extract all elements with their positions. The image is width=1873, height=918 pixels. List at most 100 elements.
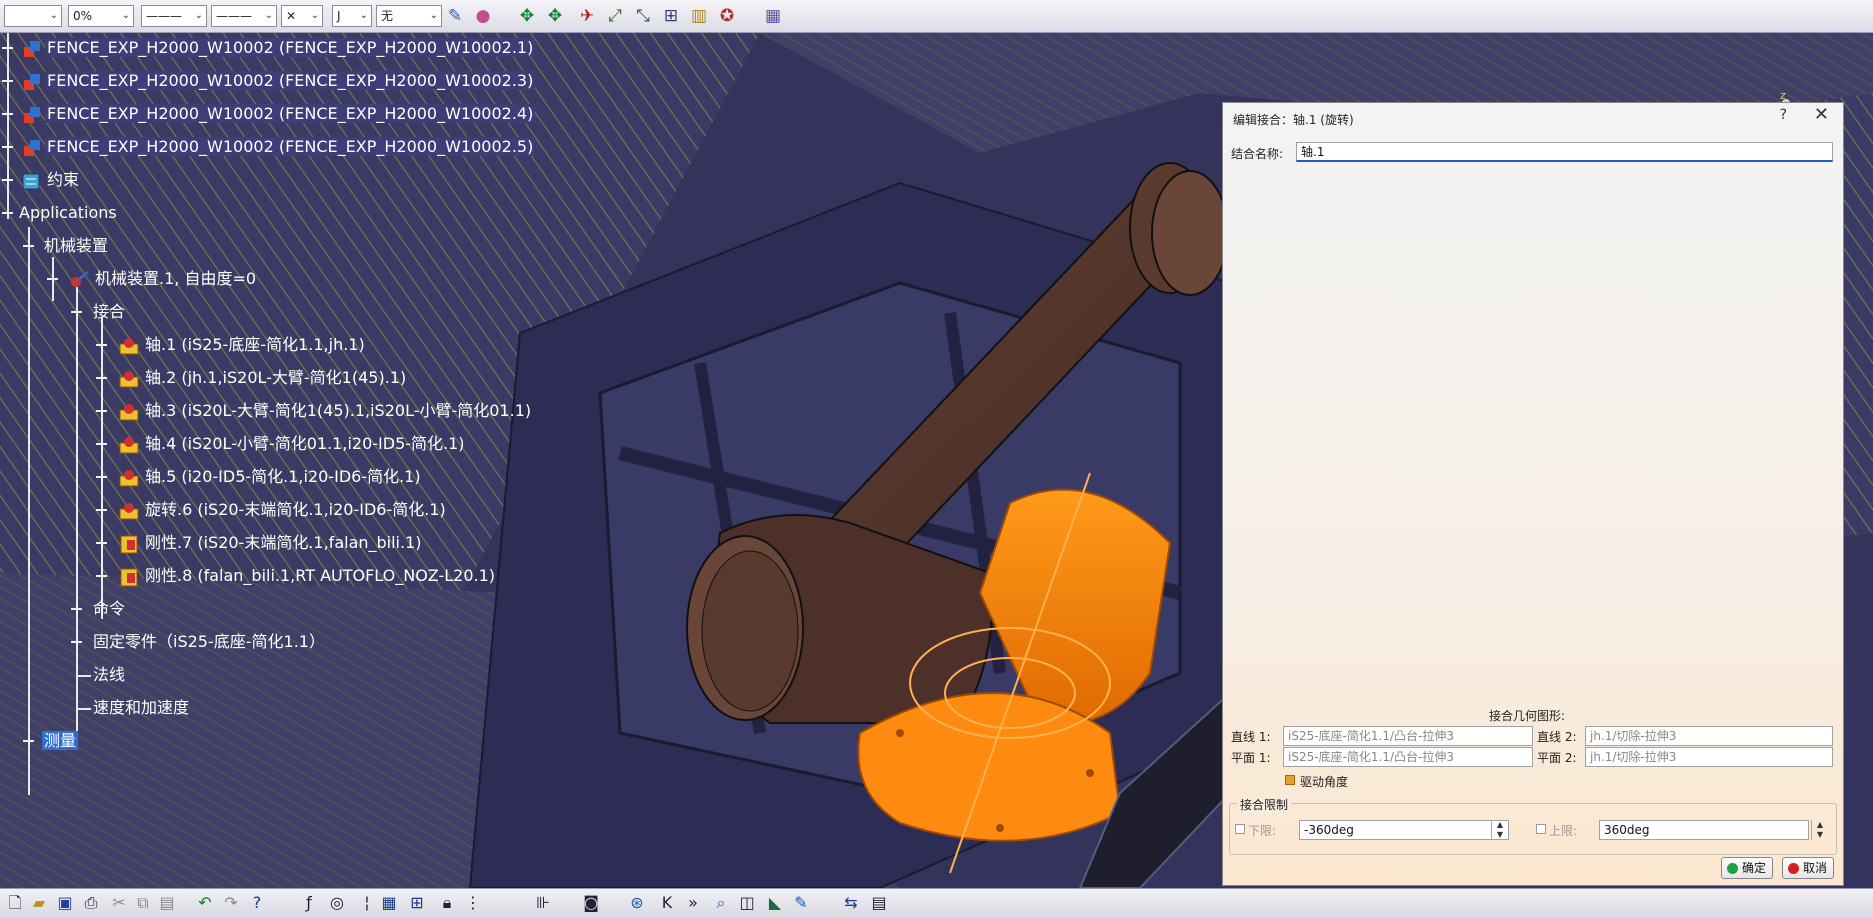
expand-icon[interactable] [2,141,13,152]
line1-field[interactable]: iS25-底座-简化1.1/凸台-拉伸3 [1283,726,1533,746]
upper-limit-spinner[interactable]: ▲ ▼ [1811,820,1828,840]
expand-icon[interactable] [96,504,107,515]
undo-icon[interactable]: ↶ [194,892,216,914]
thickness-combo[interactable]: ——— ⌄ [211,5,277,27]
tree-item-fence-5[interactable]: FENCE_EXP_H2000_W10002 (FENCE_EXP_H2000_… [0,135,536,159]
paintbrush-icon[interactable]: ✎ [444,5,466,27]
sensor-icon[interactable]: ◫ [736,892,758,914]
constraint-icon[interactable]: ▥ [688,5,710,27]
tree-item-joint-3[interactable]: 轴.3 (iS20L-大臂-简化1(45).1,iS20L-小臂-简化01.1) [0,399,533,423]
collapse-icon[interactable] [23,240,34,251]
close-button[interactable]: ✕ [1814,104,1829,125]
tree-item-joint-5[interactable]: 轴.5 (i20-ID5-简化.1,i20-ID6-简化.1) [0,465,423,489]
sequence-icon[interactable]: K [656,892,678,914]
measure-icon[interactable]: ⊞ [406,892,428,914]
point-symbol-combo[interactable]: ✕ ⌄ [281,5,323,27]
multi-view-icon[interactable]: ⊞ [660,5,682,27]
kinematics-icon[interactable]: ⊛ [626,892,648,914]
tree-item-fence-3[interactable]: FENCE_EXP_H2000_W10002 (FENCE_EXP_H2000_… [0,69,536,93]
new-icon[interactable]: 🗋 [4,892,26,914]
zoom-in-icon[interactable]: ⤢ [604,5,626,27]
sectioning-icon[interactable]: ⋮ [462,892,484,914]
cancel-button[interactable]: 取消 [1782,857,1835,879]
tree-item-applications[interactable]: Applications [0,201,119,225]
paint-pot-icon[interactable]: ● [472,5,494,27]
tree-item-measure[interactable]: 测量 [0,729,79,753]
lower-limit-input[interactable]: -360deg [1299,820,1509,840]
expand-icon[interactable] [2,174,13,185]
tree-item-joint-4[interactable]: 轴.4 (iS20L-小臂-简化01.1,i20-ID5-简化.1) [0,432,467,456]
expand-icon[interactable] [71,636,82,647]
lower-limit-checkbox[interactable] [1235,824,1245,834]
linetype-combo[interactable]: ——— ⌄ [141,5,207,27]
tree-item-mechanisms[interactable]: 机械装置 [0,234,110,258]
swept-volume-icon[interactable]: ◣ [764,892,786,914]
rendering-combo[interactable]: 无 ⌄ [376,5,442,27]
tree-item-joints[interactable]: 接合 [0,300,127,324]
help-button[interactable]: ? [1780,107,1787,123]
tree-item-joint-1[interactable]: 轴.1 (iS25-底座-简化1.1,jh.1) [0,333,367,357]
open-icon[interactable]: ▰ [28,892,50,914]
expand-icon[interactable] [2,75,13,86]
collapse-icon[interactable] [2,207,13,218]
drive-angle-checkbox[interactable] [1285,775,1295,785]
expand-icon[interactable] [96,570,107,581]
expand-icon[interactable] [23,735,34,746]
paste-icon[interactable]: ▤ [156,892,178,914]
camera-icon[interactable]: ◙ [580,892,602,914]
collapse-icon[interactable] [47,273,58,284]
simulation-icon[interactable]: ⊪ [532,892,554,914]
transparency-combo[interactable]: 0% ⌄ [68,5,134,27]
upper-limit-checkbox[interactable] [1536,824,1546,834]
line2-field[interactable]: jh.1/切除-拉伸3 [1585,726,1833,746]
expand-icon[interactable] [96,339,107,350]
expand-icon[interactable] [71,603,82,614]
rotate-icon[interactable]: ✥ [544,5,566,27]
plane1-field[interactable]: iS25-底座-简化1.1/凸台-拉伸3 [1283,747,1533,767]
replay-icon[interactable]: ⇆ [840,892,862,914]
tree-item-commands[interactable]: 命令 [0,597,127,621]
cut-icon[interactable]: ✂ [108,892,130,914]
zoom-icon[interactable]: ⌕ [710,892,732,914]
ok-button[interactable]: 确定 [1721,857,1774,879]
normal-view-icon[interactable]: ⤡ [632,5,654,27]
expand-icon[interactable] [96,438,107,449]
laws-icon[interactable]: ✎ [790,892,812,914]
whats-this-icon[interactable]: ? [246,892,268,914]
tree-item-fixed-part[interactable]: 固定零件（iS25-底座-简化1.1） [0,630,327,654]
tree-item-joint-8[interactable]: 刚性.8 (falan_bili.1,RT AUTOFLO_NOZ-L20.1) [0,564,497,588]
design-table-icon[interactable]: ¦ [356,892,378,914]
copy-icon[interactable]: ⧉ [132,892,154,914]
track-icon[interactable]: » [682,892,704,914]
print-icon[interactable]: ⎙ [80,892,102,914]
tree-item-laws[interactable]: 法线 [0,663,127,687]
clash-icon[interactable]: 🔒︎ [436,892,458,914]
expand-icon[interactable] [96,372,107,383]
tree-item-joint-7[interactable]: 刚性.7 (iS20-末端简化.1,falan_bili.1) [0,531,424,555]
analysis-icon[interactable]: ✪ [716,5,738,27]
tree-item-constraints[interactable]: 约束 [0,168,81,192]
plane2-field[interactable]: jh.1/切除-拉伸3 [1585,747,1833,767]
tree-item-mechanism-1[interactable]: 机械装置.1, 自由度=0 [0,267,258,291]
catalog-icon[interactable]: ▦ [378,892,400,914]
tree-item-speed-accel[interactable]: 速度和加速度 [0,696,191,720]
upper-limit-input[interactable]: 360deg [1599,820,1809,840]
expand-icon[interactable] [96,405,107,416]
pan-icon[interactable]: ✥ [516,5,538,27]
expand-icon[interactable] [2,108,13,119]
knowledge-icon[interactable]: ◎ [326,892,348,914]
expand-icon[interactable] [2,42,13,53]
catalog-icon[interactable]: ▦ [762,5,784,27]
save-icon[interactable]: ▣ [54,892,76,914]
expand-icon[interactable] [96,537,107,548]
tree-item-fence-4[interactable]: FENCE_EXP_H2000_W10002 (FENCE_EXP_H2000_… [0,102,536,126]
tree-item-joint-6[interactable]: 旋转.6 (iS20-末端简化.1,i20-ID6-简化.1) [0,498,448,522]
expand-icon[interactable] [96,471,107,482]
layer-combo[interactable]: J ⌄ [332,5,372,27]
tree-item-fence-1[interactable]: FENCE_EXP_H2000_W10002 (FENCE_EXP_H2000_… [0,36,536,60]
formula-icon[interactable]: ƒ [298,892,320,914]
collapse-icon[interactable] [71,306,82,317]
redo-icon[interactable]: ↷ [220,892,242,914]
lower-limit-spinner[interactable]: ▲ ▼ [1491,820,1508,840]
player-icon[interactable]: ▤ [868,892,890,914]
